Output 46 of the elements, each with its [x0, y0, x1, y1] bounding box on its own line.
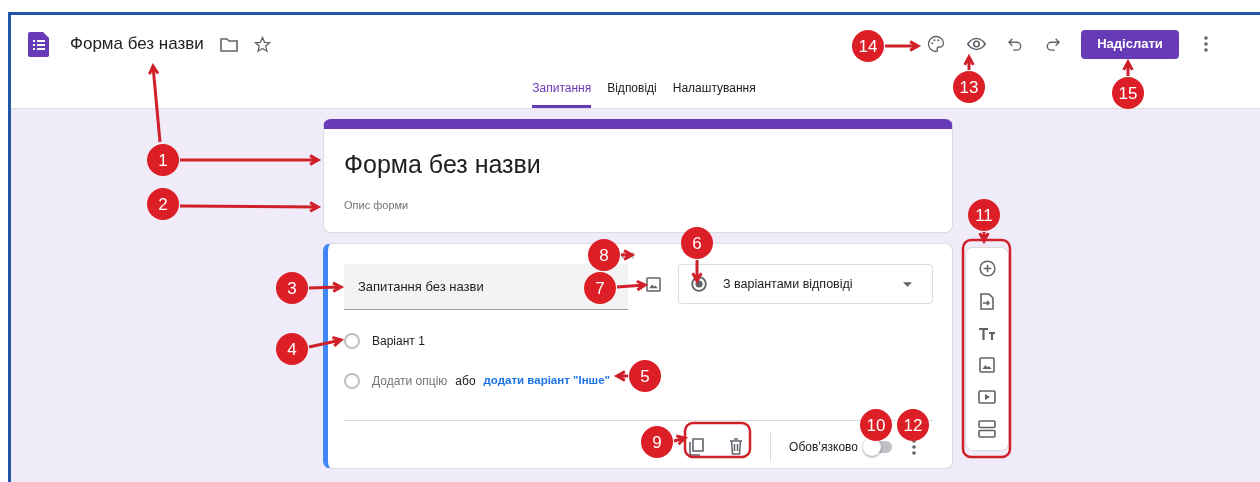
add-image-icon[interactable]: [646, 277, 661, 292]
preview-eye-icon[interactable]: [967, 37, 986, 51]
duplicate-icon[interactable]: [689, 437, 706, 456]
add-video-icon[interactable]: [978, 389, 996, 404]
question-type-dropdown[interactable]: З варіантами відповіді: [678, 264, 933, 304]
send-button[interactable]: Надіслати: [1081, 29, 1179, 59]
required-label: Обов’язково: [789, 438, 858, 456]
annotation-arrow: [883, 40, 922, 52]
more-options-icon[interactable]: [1204, 36, 1208, 52]
annotation-arrow: [978, 230, 990, 245]
option-field[interactable]: Варіант 1: [372, 332, 425, 350]
highlight-frame: [683, 421, 752, 459]
add-option-field[interactable]: Додати опцію: [372, 372, 448, 390]
annotation-arrow: [963, 53, 975, 72]
annotation-arrow: [672, 434, 688, 446]
annotation-arrow: [307, 335, 345, 349]
palette-icon[interactable]: [927, 35, 945, 53]
annotation-arrow: [691, 258, 703, 285]
folder-icon[interactable]: [219, 36, 238, 52]
annotation-arrow: [619, 249, 636, 261]
annotation-arrow: [307, 281, 345, 294]
annotation-arrow: [615, 279, 649, 292]
forms-logo-icon: [27, 31, 52, 57]
or-text: або: [455, 373, 476, 390]
add-other-link[interactable]: додати варіант "Інше": [483, 372, 611, 390]
tab[interactable]: Налаштування: [672, 73, 756, 108]
undo-icon[interactable]: [1008, 37, 1022, 51]
form-title: Форма без назви: [70, 33, 204, 56]
import-icon[interactable]: [980, 293, 994, 311]
form-description-field[interactable]: Опис форми: [344, 197, 932, 214]
more-options-icon[interactable]: [912, 438, 916, 455]
radio-type-icon: [691, 276, 707, 292]
add-section-icon[interactable]: [978, 419, 996, 438]
caret-icon: [903, 281, 912, 287]
title-text-icon[interactable]: [978, 326, 996, 341]
star-icon[interactable]: [253, 35, 271, 53]
radio-button[interactable]: [344, 333, 360, 349]
delete-icon[interactable]: [729, 438, 744, 455]
add-question-icon[interactable]: [978, 260, 996, 277]
annotation-arrow: [613, 370, 630, 382]
annotation-arrow: [1122, 58, 1134, 78]
form-title-heading[interactable]: Форма без назви: [344, 149, 932, 179]
tab[interactable]: Відповіді: [607, 73, 657, 108]
add-image-icon[interactable]: [979, 357, 995, 374]
redo-icon[interactable]: [1046, 37, 1060, 51]
drag-handle-icon[interactable]: [621, 252, 635, 259]
